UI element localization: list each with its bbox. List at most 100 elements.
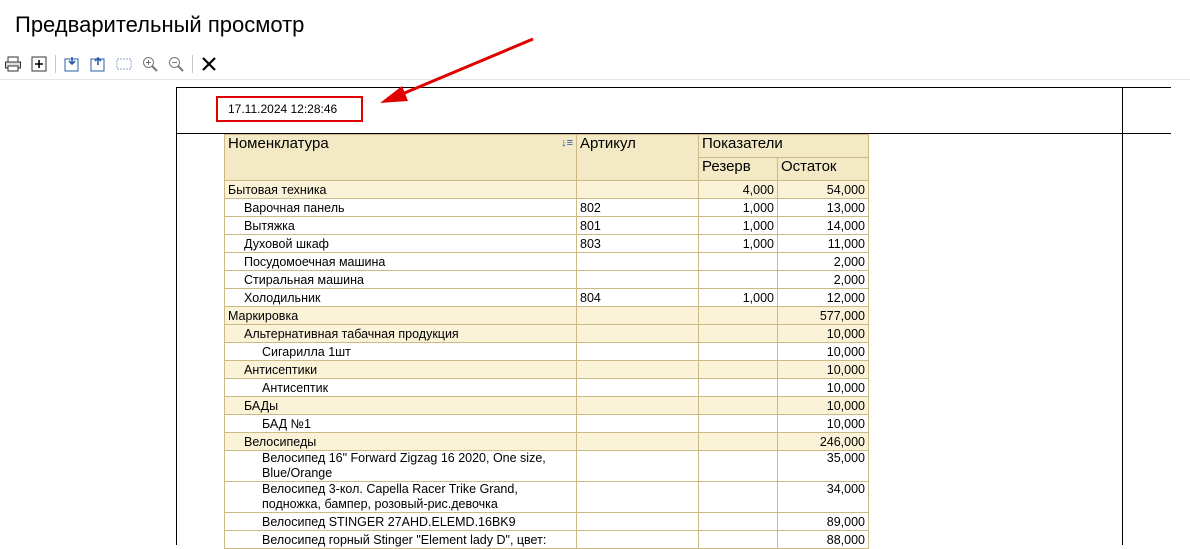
cell-article (576, 414, 699, 433)
cell-name: Стиральная машина (224, 270, 577, 289)
cell-balance: 10,000 (777, 360, 869, 379)
cell-name: Холодильник (224, 288, 577, 307)
cell-name-line: Велосипед 3-кол. Capella Racer Trike Gra… (262, 482, 518, 496)
sort-icon[interactable]: ↓≡ (561, 137, 573, 149)
cell-balance: 10,000 (777, 414, 869, 433)
cell-name: Велосипед 16" Forward Zigzag 16 2020, On… (224, 450, 577, 482)
cell-reserve (698, 378, 778, 397)
table-row[interactable]: Велосипеды 246,000 (224, 432, 869, 451)
cell-article (576, 396, 699, 415)
report-table: Номенклатура ↓≡ Артикул Показатели Резер… (224, 134, 869, 549)
cell-article (576, 378, 699, 397)
cell-name: Варочная панель (224, 198, 577, 217)
column-balance[interactable]: Остаток (777, 157, 869, 181)
cell-balance: 88,000 (777, 530, 869, 549)
table-row[interactable]: Вытяжка 801 1,000 14,000 (224, 216, 869, 235)
cell-name: Духовой шкаф (224, 234, 577, 253)
cell-article (576, 306, 699, 325)
cell-name: Маркировка (224, 306, 577, 325)
cell-article: 803 (576, 234, 699, 253)
column-nomenclature[interactable]: Номенклатура ↓≡ (224, 134, 577, 181)
cell-article (576, 432, 699, 451)
cell-name: Вытяжка (224, 216, 577, 235)
cell-article (576, 180, 699, 199)
cell-name: Велосипед горный Stinger "Element lady D… (224, 530, 577, 549)
table-row[interactable]: Альтернативная табачная продукция 10,000 (224, 324, 869, 343)
cell-reserve (698, 481, 778, 513)
table-row[interactable]: БАДы 10,000 (224, 396, 869, 415)
cell-reserve (698, 450, 778, 482)
table-row[interactable]: Велосипед горный Stinger "Element lady D… (224, 530, 869, 549)
cell-name-line: Велосипед 16" Forward Zigzag 16 2020, On… (262, 451, 546, 465)
cell-reserve (698, 270, 778, 289)
table-row[interactable]: Стиральная машина 2,000 (224, 270, 869, 289)
cell-reserve (698, 324, 778, 343)
table-row[interactable]: Антисептики 10,000 (224, 360, 869, 379)
table-row[interactable]: Маркировка 577,000 (224, 306, 869, 325)
cell-name: Велосипед STINGER 27AHD.ELEMD.16BK9 (224, 512, 577, 531)
cell-reserve (698, 306, 778, 325)
cell-balance: 13,000 (777, 198, 869, 217)
cell-name: БАДы (224, 396, 577, 415)
cell-article (576, 481, 699, 513)
cell-balance: 10,000 (777, 396, 869, 415)
cell-article (576, 342, 699, 361)
cell-name-line: подножка, бампер, розовый-рис.девочка (262, 497, 498, 511)
column-reserve[interactable]: Резерв (698, 157, 778, 181)
cell-article: 804 (576, 288, 699, 307)
cell-reserve (698, 252, 778, 271)
cell-balance: 14,000 (777, 216, 869, 235)
cell-name: Антисептики (224, 360, 577, 379)
cell-name: Велосипеды (224, 432, 577, 451)
cell-article (576, 270, 699, 289)
table-row[interactable]: Антисептик 10,000 (224, 378, 869, 397)
table-row[interactable]: Сигарилла 1шт 10,000 (224, 342, 869, 361)
table-row[interactable]: Духовой шкаф 803 1,000 11,000 (224, 234, 869, 253)
column-article[interactable]: Артикул (576, 134, 699, 181)
cell-reserve: 4,000 (698, 180, 778, 199)
table-row[interactable]: Велосипед 3-кол. Capella Racer Trike Gra… (224, 481, 869, 513)
table-row[interactable]: Велосипед STINGER 27AHD.ELEMD.16BK9 89,0… (224, 512, 869, 531)
cell-reserve (698, 530, 778, 549)
cell-balance: 12,000 (777, 288, 869, 307)
cell-article: 801 (576, 216, 699, 235)
cell-reserve (698, 414, 778, 433)
table-row[interactable]: Холодильник 804 1,000 12,000 (224, 288, 869, 307)
cell-reserve: 1,000 (698, 234, 778, 253)
cell-name: Альтернативная табачная продукция (224, 324, 577, 343)
cell-balance: 2,000 (777, 252, 869, 271)
cell-reserve: 1,000 (698, 288, 778, 307)
cell-article (576, 530, 699, 549)
cell-balance: 577,000 (777, 306, 869, 325)
cell-name: Антисептик (224, 378, 577, 397)
cell-balance: 246,000 (777, 432, 869, 451)
cell-name: Посудомоечная машина (224, 252, 577, 271)
column-nomenclature-label: Номенклатура (228, 135, 329, 152)
cell-reserve (698, 342, 778, 361)
cell-reserve (698, 512, 778, 531)
cell-article (576, 360, 699, 379)
cell-balance: 35,000 (777, 450, 869, 482)
cell-name-line: Blue/Orange (262, 466, 333, 480)
cell-article (576, 450, 699, 482)
cell-balance: 10,000 (777, 378, 869, 397)
table-row[interactable]: Посудомоечная машина 2,000 (224, 252, 869, 271)
cell-article: 802 (576, 198, 699, 217)
table-row[interactable]: Велосипед 16" Forward Zigzag 16 2020, On… (224, 450, 869, 482)
table-row[interactable]: Бытовая техника 4,000 54,000 (224, 180, 869, 199)
cell-reserve (698, 432, 778, 451)
cell-reserve (698, 360, 778, 379)
cell-balance: 89,000 (777, 512, 869, 531)
cell-name: Велосипед 3-кол. Capella Racer Trike Gra… (224, 481, 577, 513)
cell-article (576, 512, 699, 531)
table-row[interactable]: Варочная панель 802 1,000 13,000 (224, 198, 869, 217)
cell-article (576, 324, 699, 343)
cell-balance: 10,000 (777, 342, 869, 361)
table-row[interactable]: БАД №1 10,000 (224, 414, 869, 433)
cell-name: Сигарилла 1шт (224, 342, 577, 361)
column-indicators[interactable]: Показатели (698, 134, 869, 158)
cell-name: БАД №1 (224, 414, 577, 433)
cell-reserve (698, 396, 778, 415)
cell-balance: 10,000 (777, 324, 869, 343)
cell-article (576, 252, 699, 271)
